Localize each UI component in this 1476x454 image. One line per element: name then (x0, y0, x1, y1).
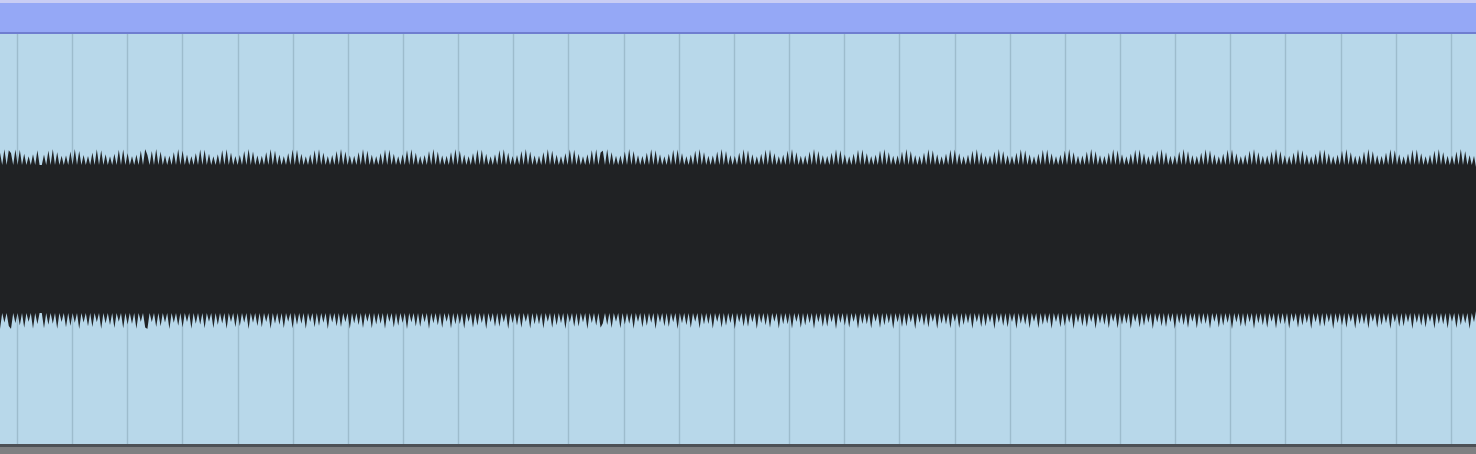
audio-waveform (0, 149, 1476, 329)
waveform-bottom-edge (0, 311, 1476, 329)
waveform-top-edge (0, 149, 1476, 167)
timeline-bottom-bar (0, 444, 1476, 454)
clip-header-bar[interactable] (0, 0, 1476, 34)
audio-clip[interactable] (0, 0, 1476, 454)
clip-body[interactable] (0, 34, 1476, 444)
waveform-body (0, 167, 1476, 311)
